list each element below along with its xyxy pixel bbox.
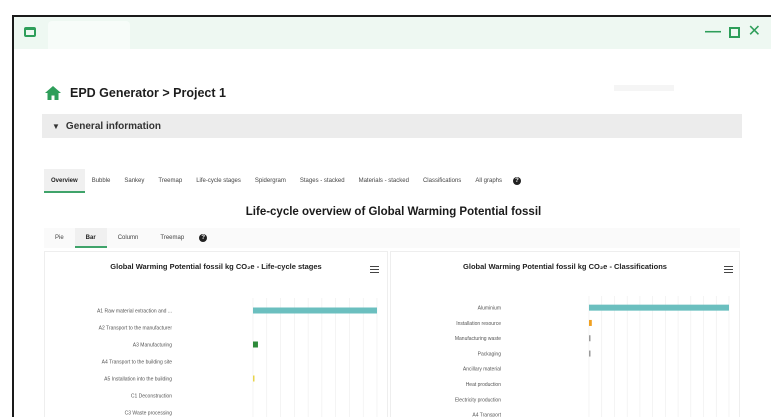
subtab-treemap[interactable]: Treemap	[149, 228, 195, 248]
category-label: C1 Deconstruction	[131, 393, 172, 399]
breadcrumb-text[interactable]: EPD Generator > Project 1	[70, 86, 226, 100]
bar[interactable]	[253, 341, 258, 348]
subtab-pie[interactable]: Pie	[44, 228, 75, 248]
category-label: Electricity production	[455, 397, 501, 403]
category-label: Manufacturing waste	[455, 336, 501, 342]
category-label: A4 Transport	[472, 413, 501, 417]
category-label: Ancillary material	[463, 367, 501, 373]
tab-stages-stacked[interactable]: Stages - stacked	[293, 169, 352, 193]
app-window: — ✕ EPD Generator > Project 1 ▼ General …	[12, 15, 771, 417]
category-label: A3 Manufacturing	[133, 342, 172, 348]
tab-life-cycle-stages[interactable]: Life-cycle stages	[189, 169, 248, 193]
general-information-label: General information	[65, 120, 161, 132]
chart-panel-classifications: Global Warming Potential fossil kg CO₂e …	[390, 251, 740, 417]
home-icon[interactable]	[44, 85, 62, 101]
category-label: Heat production	[466, 382, 502, 388]
bar[interactable]	[589, 350, 591, 357]
minimize-icon[interactable]: —	[705, 23, 721, 41]
category-label: Installation resource	[456, 321, 501, 327]
tab-overview[interactable]: Overview	[44, 169, 85, 193]
category-label: A2 Transport to the manufacturer	[99, 325, 173, 331]
chart-help-icon[interactable]: ?	[199, 234, 208, 242]
chart-svg-life-cycle-stages: A1 Raw material extraction and ... A2 Tra…	[97, 298, 378, 417]
maximize-icon[interactable]	[729, 27, 740, 38]
tab-treemap[interactable]: Treemap	[151, 169, 189, 193]
category-label: C3 Waste processing	[125, 410, 173, 416]
tab-bubble[interactable]: Bubble	[85, 169, 118, 193]
window-tab[interactable]	[48, 21, 130, 49]
title-bar: — ✕	[14, 17, 771, 49]
category-label: A5 Installation into the building	[104, 376, 172, 382]
tab-classifications[interactable]: Classifications	[416, 169, 468, 193]
bar[interactable]	[253, 375, 255, 382]
breadcrumb: EPD Generator > Project 1	[44, 85, 226, 101]
faint-placeholder	[614, 85, 674, 91]
chevron-down-icon: ▼	[52, 121, 60, 131]
close-icon[interactable]: ✕	[748, 23, 761, 41]
bar[interactable]	[253, 307, 377, 314]
category-label: A1 Raw material extraction and ...	[97, 308, 172, 314]
category-label: Aluminium	[478, 305, 501, 311]
category-label: Packaging	[478, 351, 502, 357]
general-information-toggle[interactable]: ▼ General information	[42, 114, 742, 138]
tab-spidergram[interactable]: Spidergram	[248, 169, 293, 193]
bar[interactable]	[589, 335, 591, 342]
graph-tabs: Overview Bubble Sankey Treemap Life-cycl…	[44, 169, 521, 193]
bar[interactable]	[589, 319, 592, 326]
app-window-icon	[24, 27, 36, 37]
chart-panel-life-cycle-stages: Global Warming Potential fossil kg CO₂e …	[44, 251, 388, 417]
section-title: Life-cycle overview of Global Warming Po…	[245, 206, 542, 218]
chart-type-tabs: Pie Bar Column Treemap ?	[44, 228, 740, 248]
tab-sankey[interactable]: Sankey	[117, 169, 151, 193]
category-label: A4 Transport to the building site	[102, 359, 173, 365]
tab-materials-stacked[interactable]: Materials - stacked	[352, 169, 416, 193]
tab-all-graphs[interactable]: All graphs	[468, 169, 509, 193]
bar[interactable]	[589, 304, 729, 311]
subtab-bar[interactable]: Bar	[74, 228, 107, 248]
subtab-column[interactable]: Column	[107, 228, 150, 248]
chart-svg-classifications: Aluminium Installation resource Manufactur…	[455, 296, 730, 417]
help-icon[interactable]: ?	[513, 177, 521, 185]
